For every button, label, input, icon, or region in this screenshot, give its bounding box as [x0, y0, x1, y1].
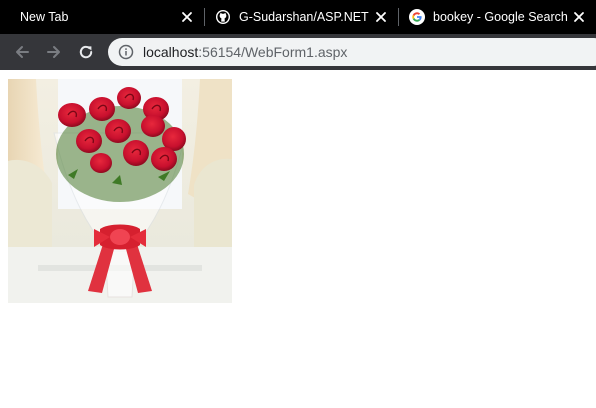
tab-strip: New Tab G-Sudarshan/ASP.NET bookey - Goo… [0, 0, 596, 34]
google-icon [409, 9, 425, 25]
info-icon[interactable] [118, 44, 134, 60]
tab-title: bookey - Google Search [433, 10, 568, 24]
tab-title: G-Sudarshan/ASP.NET [239, 10, 369, 24]
red-rose-bouquet-image [8, 79, 232, 303]
address-bar[interactable]: localhost:56154/WebForm1.aspx [108, 38, 596, 66]
tab-github[interactable]: G-Sudarshan/ASP.NET [205, 0, 398, 34]
browser-toolbar: localhost:56154/WebForm1.aspx [0, 34, 596, 70]
page-content [0, 70, 596, 408]
forward-button[interactable] [43, 41, 65, 63]
tab-new-tab[interactable]: New Tab [0, 0, 204, 34]
back-arrow-icon [16, 46, 29, 58]
url-text: localhost:56154/WebForm1.aspx [143, 44, 347, 60]
tab-google-search[interactable]: bookey - Google Search [399, 0, 596, 34]
reload-button[interactable] [75, 41, 97, 63]
forward-arrow-icon [47, 46, 60, 58]
reload-icon [79, 45, 93, 59]
github-icon [216, 10, 230, 24]
close-icon[interactable] [572, 10, 586, 24]
url-host: localhost [143, 44, 199, 60]
close-icon[interactable] [374, 10, 388, 24]
tab-title: New Tab [20, 10, 69, 24]
back-button[interactable] [11, 41, 33, 63]
close-icon[interactable] [180, 10, 194, 24]
url-path: :56154/WebForm1.aspx [198, 44, 348, 60]
